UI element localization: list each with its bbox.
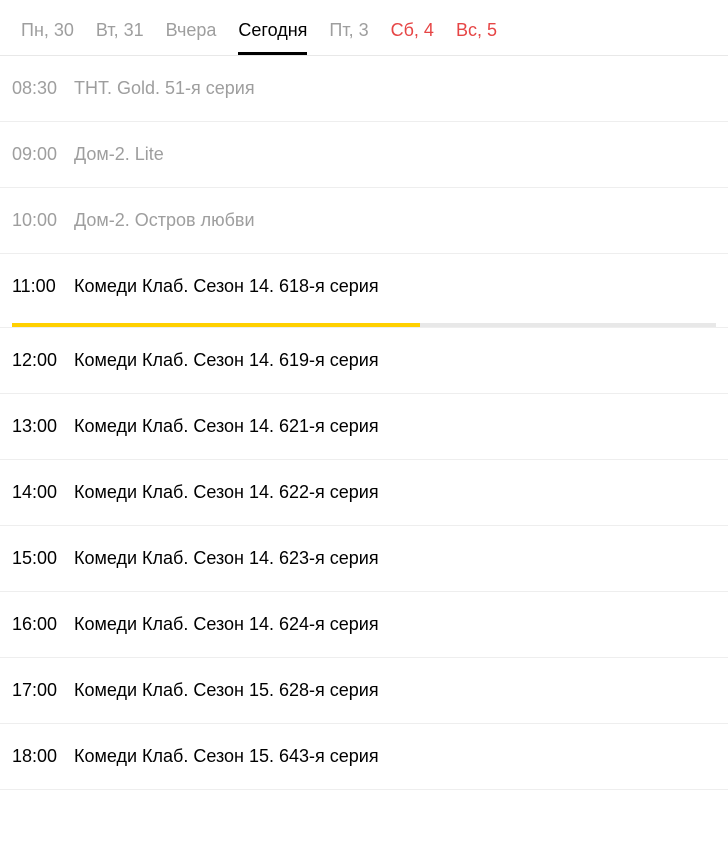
schedule-item[interactable]: 18:00 Комеди Клаб. Сезон 15. 643-я серия <box>0 724 728 790</box>
tab-mon-30[interactable]: Пн, 30 <box>10 12 85 55</box>
schedule-list: 08:30 ТНТ. Gold. 51-я серия 09:00 Дом-2.… <box>0 56 728 790</box>
schedule-item[interactable]: 12:00 Комеди Клаб. Сезон 14. 619-я серия <box>0 328 728 394</box>
schedule-item-current[interactable]: 11:00 Комеди Клаб. Сезон 14. 618-я серия <box>0 254 728 328</box>
tab-tue-31[interactable]: Вт, 31 <box>85 12 155 55</box>
program-time: 18:00 <box>12 746 68 767</box>
progress-bar <box>12 323 420 327</box>
schedule-item[interactable]: 09:00 Дом-2. Lite <box>0 122 728 188</box>
program-title: Комеди Клаб. Сезон 14. 622-я серия <box>74 482 379 503</box>
schedule-item[interactable]: 14:00 Комеди Клаб. Сезон 14. 622-я серия <box>0 460 728 526</box>
tab-today[interactable]: Сегодня <box>227 12 318 55</box>
program-time: 15:00 <box>12 548 68 569</box>
date-tabs: Пн, 30 Вт, 31 Вчера Сегодня Пт, 3 Сб, 4 … <box>0 0 728 56</box>
program-time: 11:00 <box>12 276 68 297</box>
schedule-item[interactable]: 08:30 ТНТ. Gold. 51-я серия <box>0 56 728 122</box>
schedule-item[interactable]: 17:00 Комеди Клаб. Сезон 15. 628-я серия <box>0 658 728 724</box>
tab-sun-5[interactable]: Вс, 5 <box>445 12 508 55</box>
program-time: 08:30 <box>12 78 68 99</box>
program-time: 13:00 <box>12 416 68 437</box>
program-time: 12:00 <box>12 350 68 371</box>
program-title: Комеди Клаб. Сезон 14. 621-я серия <box>74 416 379 437</box>
schedule-item[interactable]: 10:00 Дом-2. Остров любви <box>0 188 728 254</box>
program-title: Комеди Клаб. Сезон 14. 619-я серия <box>74 350 379 371</box>
program-time: 17:00 <box>12 680 68 701</box>
schedule-item[interactable]: 13:00 Комеди Клаб. Сезон 14. 621-я серия <box>0 394 728 460</box>
program-title: Комеди Клаб. Сезон 14. 618-я серия <box>74 276 379 297</box>
program-title: Дом-2. Lite <box>74 144 164 165</box>
schedule-item[interactable]: 16:00 Комеди Клаб. Сезон 14. 624-я серия <box>0 592 728 658</box>
program-title: Дом-2. Остров любви <box>74 210 255 231</box>
program-time: 09:00 <box>12 144 68 165</box>
program-time: 10:00 <box>12 210 68 231</box>
schedule-item[interactable]: 15:00 Комеди Клаб. Сезон 14. 623-я серия <box>0 526 728 592</box>
program-title: ТНТ. Gold. 51-я серия <box>74 78 255 99</box>
program-title: Комеди Клаб. Сезон 15. 628-я серия <box>74 680 379 701</box>
program-time: 16:00 <box>12 614 68 635</box>
tab-sat-4[interactable]: Сб, 4 <box>380 12 445 55</box>
program-title: Комеди Клаб. Сезон 14. 623-я серия <box>74 548 379 569</box>
program-title: Комеди Клаб. Сезон 15. 643-я серия <box>74 746 379 767</box>
tab-yesterday[interactable]: Вчера <box>155 12 228 55</box>
progress-track <box>12 323 716 327</box>
program-time: 14:00 <box>12 482 68 503</box>
program-title: Комеди Клаб. Сезон 14. 624-я серия <box>74 614 379 635</box>
tab-fri-3[interactable]: Пт, 3 <box>318 12 379 55</box>
